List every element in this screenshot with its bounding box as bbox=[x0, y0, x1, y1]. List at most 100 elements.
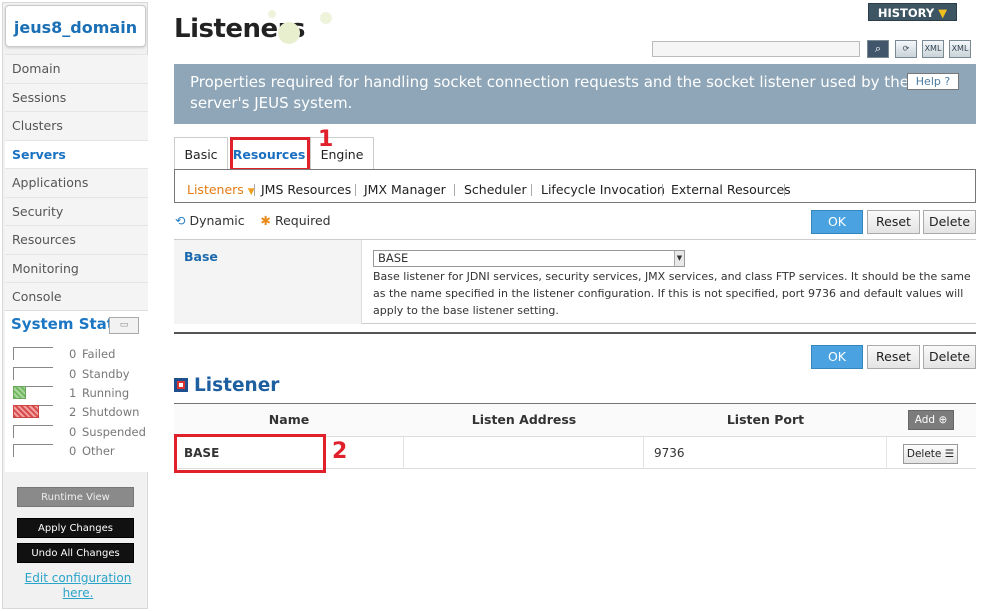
status-row-standby: 0 Standby bbox=[13, 367, 143, 381]
status-count: 2 bbox=[69, 405, 77, 419]
chevron-down-icon[interactable]: ▼ bbox=[674, 251, 684, 266]
subtab-bar: Listeners ▼ JMS Resources JMX Manager Sc… bbox=[174, 169, 976, 203]
edit-configuration-link[interactable]: Edit configuration here. bbox=[23, 571, 133, 601]
annotation-number-2: 2 bbox=[332, 439, 348, 464]
help-label: Help bbox=[915, 75, 941, 88]
runtime-view-button[interactable]: Runtime View bbox=[17, 487, 134, 507]
status-row-other: 0 Other bbox=[13, 444, 143, 458]
separator bbox=[355, 184, 356, 196]
ok-button-2[interactable]: OK bbox=[811, 345, 863, 369]
section-icon bbox=[174, 378, 188, 392]
cell-listen-address bbox=[404, 437, 644, 469]
monitor-icon[interactable]: ▭ bbox=[109, 317, 139, 334]
decoration bbox=[278, 22, 300, 44]
delete-icon: ☰ bbox=[944, 448, 955, 460]
status-label: Running bbox=[82, 386, 130, 400]
base-select-value: BASE bbox=[378, 251, 409, 265]
add-label: Add bbox=[914, 414, 936, 426]
subtab-jms-resources[interactable]: JMS Resources bbox=[261, 182, 351, 197]
listener-title-text: Listener bbox=[194, 375, 280, 396]
status-row-failed: 0 Failed bbox=[13, 347, 143, 361]
question-icon: ? bbox=[944, 75, 951, 88]
subtab-listeners-label: Listeners bbox=[187, 182, 244, 197]
description-text: Properties required for handling socket … bbox=[190, 73, 909, 112]
status-count: 0 bbox=[69, 425, 77, 439]
sidebar-nav: Domain Sessions Clusters Servers Applica… bbox=[5, 54, 148, 311]
xml-import-icon[interactable]: XML bbox=[949, 40, 971, 58]
base-select[interactable]: BASE ▼ bbox=[373, 250, 685, 267]
search-input[interactable] bbox=[652, 41, 860, 57]
divider bbox=[174, 332, 976, 334]
dynamic-icon: ⟲ bbox=[175, 213, 186, 228]
base-label-cell: Base bbox=[174, 240, 362, 324]
listener-section-title: Listener bbox=[174, 375, 279, 396]
status-count: 1 bbox=[69, 386, 77, 400]
row-delete-label: Delete bbox=[906, 448, 942, 460]
delete-button-2[interactable]: Delete bbox=[923, 345, 976, 369]
annotation-number-1: 1 bbox=[318, 127, 334, 152]
separator bbox=[454, 184, 455, 196]
sidebar-item-resources[interactable]: Resources bbox=[5, 225, 148, 254]
decoration bbox=[320, 12, 332, 24]
status-bar bbox=[13, 347, 53, 360]
status-bar-fill bbox=[13, 405, 39, 418]
sidebar-item-console[interactable]: Console bbox=[5, 282, 148, 311]
status-label: Other bbox=[82, 444, 115, 458]
status-count: 0 bbox=[69, 367, 77, 381]
search-icon[interactable]: ⌕ bbox=[867, 40, 889, 58]
undo-all-changes-button[interactable]: Undo All Changes bbox=[17, 543, 134, 563]
domain-box[interactable]: jeus8_domain bbox=[5, 5, 146, 47]
sidebar-item-applications[interactable]: Applications bbox=[5, 168, 148, 197]
subtab-scheduler[interactable]: Scheduler bbox=[464, 182, 527, 197]
sidebar-item-monitoring[interactable]: Monitoring bbox=[5, 253, 148, 282]
history-button[interactable]: HISTORY ▼ bbox=[868, 3, 957, 21]
add-button[interactable]: Add ⊕ bbox=[908, 410, 954, 430]
system-status-panel: System Status ▭ 0 Failed 0 Standby 1 Run… bbox=[5, 310, 148, 472]
sidebar-item-clusters[interactable]: Clusters bbox=[5, 111, 148, 140]
history-label: HISTORY bbox=[877, 6, 935, 20]
dynamic-label: Dynamic bbox=[189, 213, 245, 228]
delete-button[interactable]: Delete bbox=[923, 210, 976, 234]
tab-basic[interactable]: Basic bbox=[174, 137, 228, 170]
status-bar bbox=[13, 444, 53, 457]
cell-listen-port: 9736 bbox=[644, 437, 887, 469]
status-label: Failed bbox=[82, 347, 116, 361]
domain-name[interactable]: jeus8_domain bbox=[6, 18, 145, 37]
status-label: Standby bbox=[82, 367, 130, 381]
separator bbox=[531, 184, 532, 196]
subtab-listeners[interactable]: Listeners ▼ bbox=[187, 182, 255, 197]
apply-changes-button[interactable]: Apply Changes bbox=[17, 518, 134, 538]
sidebar-item-domain[interactable]: Domain bbox=[5, 54, 148, 83]
legend: ⟲ Dynamic ✱ Required bbox=[175, 213, 331, 228]
required-icon: ✱ bbox=[260, 213, 271, 228]
subtab-jmx-manager[interactable]: JMX Manager bbox=[364, 182, 446, 197]
sidebar-item-security[interactable]: Security bbox=[5, 196, 148, 225]
column-header-name[interactable]: Name bbox=[174, 404, 404, 436]
xml-export-icon[interactable]: XML bbox=[922, 40, 944, 58]
column-header-listen-address[interactable]: Listen Address bbox=[404, 404, 644, 436]
sidebar: jeus8_domain Domain Sessions Clusters Se… bbox=[2, 2, 148, 609]
status-bar bbox=[13, 367, 53, 380]
add-icon: ⊕ bbox=[938, 414, 948, 426]
chevron-down-icon: ▼ bbox=[938, 6, 948, 20]
annotation-box-1 bbox=[230, 137, 310, 171]
description-banner: Properties required for handling socket … bbox=[174, 64, 976, 124]
subtab-lifecycle-invocation[interactable]: Lifecycle Invocation bbox=[541, 182, 665, 197]
reset-button-2[interactable]: Reset bbox=[867, 345, 920, 369]
base-description: Base listener for JDNI services, securit… bbox=[373, 270, 971, 317]
refresh-icon[interactable]: ⟳ bbox=[895, 40, 917, 58]
row-delete-button[interactable]: Delete ☰ bbox=[903, 444, 958, 464]
sidebar-item-servers[interactable]: Servers bbox=[5, 139, 148, 168]
reset-button[interactable]: Reset bbox=[867, 210, 920, 234]
status-row-running: 1 Running bbox=[13, 386, 143, 400]
column-header-listen-port[interactable]: Listen Port bbox=[644, 404, 887, 436]
required-label: Required bbox=[274, 213, 331, 228]
status-row-shutdown: 2 Shutdown bbox=[13, 405, 143, 419]
status-bar-fill bbox=[13, 386, 26, 399]
sidebar-item-sessions[interactable]: Sessions bbox=[5, 82, 148, 111]
help-button[interactable]: Help ? bbox=[907, 73, 959, 90]
ok-button[interactable]: OK bbox=[811, 210, 863, 234]
decoration bbox=[268, 10, 276, 18]
separator bbox=[784, 184, 785, 196]
subtab-external-resources[interactable]: External Resources bbox=[671, 182, 791, 197]
